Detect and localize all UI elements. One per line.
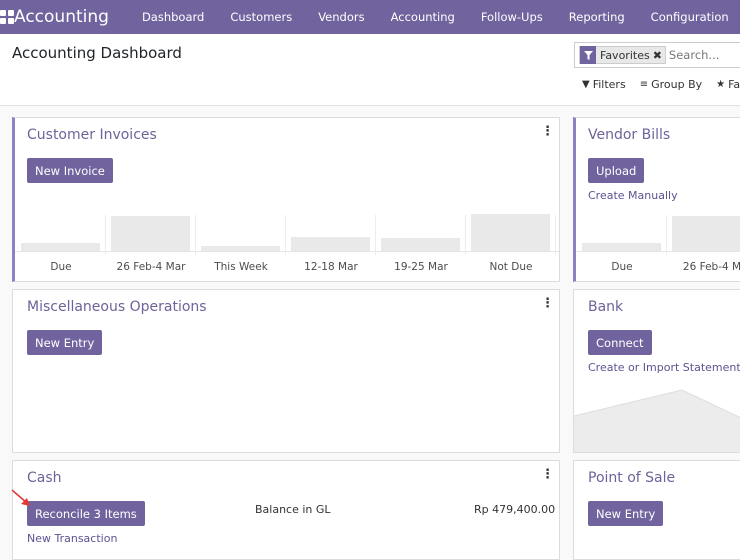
bank-balance-graph[interactable] [574, 384, 740, 453]
graph-column[interactable] [577, 215, 667, 255]
graph-label: Due [611, 261, 633, 273]
card-title[interactable]: Miscellaneous Operations [27, 299, 207, 315]
graph-bar[interactable] [111, 216, 190, 251]
menu-item-dashboard[interactable]: Dashboard [129, 0, 217, 34]
menu-item-configuration[interactable]: Configuration [638, 0, 740, 34]
card-title[interactable]: Cash [27, 470, 62, 486]
point-of-sale-card: Point of Sale New Entry [573, 460, 740, 560]
favorites-button[interactable]: ★ Favo [716, 78, 740, 91]
bank-card: Bank Connect Create or Import Statements [573, 289, 740, 453]
create-manually-link[interactable]: Create Manually [588, 189, 678, 202]
graph-label: 19-25 Mar [394, 261, 448, 273]
group-by-label: Group By [651, 78, 703, 91]
menu-item-vendors[interactable]: Vendors [305, 0, 377, 34]
menu-item-follow-ups[interactable]: Follow-Ups [468, 0, 556, 34]
graph-label: 26 Feb-4 M [682, 261, 740, 273]
reconcile-button[interactable]: Reconcile 3 Items [27, 501, 145, 526]
graph-column[interactable] [106, 215, 196, 255]
filters-button[interactable]: ▼ Filters [582, 78, 626, 91]
card-title[interactable]: Point of Sale [588, 470, 675, 486]
balance-value: Rp 479,400.00 [474, 503, 556, 516]
graph-bar[interactable] [201, 246, 280, 251]
graph-bar[interactable] [21, 243, 100, 251]
misc-operations-card: Miscellaneous Operations ⋮ New Entry [12, 289, 560, 453]
graph-column[interactable] [667, 215, 740, 255]
star-icon: ★ [716, 79, 726, 90]
kebab-menu-icon[interactable]: ⋮ [541, 125, 554, 138]
import-statements-link[interactable]: Create or Import Statements [588, 361, 740, 374]
remove-facet-icon[interactable]: ✖ [653, 49, 665, 62]
annotation-arrow-icon [11, 489, 30, 506]
graph-column[interactable] [376, 215, 466, 255]
search-facet-favorites[interactable]: Favorites ✖ [579, 46, 666, 64]
new-transaction-link[interactable]: New Transaction [27, 532, 117, 545]
new-entry-button[interactable]: New Entry [27, 330, 103, 355]
graph-column[interactable] [286, 215, 376, 255]
app-brand[interactable]: Accounting [14, 7, 109, 27]
graph-column[interactable] [466, 214, 556, 255]
customer-invoices-graph[interactable]: Due 26 Feb-4 Mar This Week 12-18 Mar 19-25 M… [15, 214, 559, 279]
graph-label: Due [50, 261, 72, 273]
connect-button[interactable]: Connect [588, 330, 652, 355]
card-title[interactable]: Bank [588, 299, 623, 315]
facet-label: Favorites [600, 48, 650, 62]
graph-label: Not Due [489, 261, 533, 273]
main-menu: Dashboard Customers Vendors Accounting F… [129, 0, 740, 34]
search-bar[interactable]: Favorites ✖ [574, 42, 740, 68]
graph-column[interactable] [16, 215, 106, 255]
search-input[interactable] [668, 48, 740, 62]
graph-label: 26 Feb-4 Mar [116, 261, 186, 273]
page-title: Accounting Dashboard [12, 44, 182, 62]
new-invoice-button[interactable]: New Invoice [27, 158, 113, 183]
balance-label: Balance in GL [255, 503, 331, 516]
apps-menu-icon[interactable] [0, 0, 14, 34]
upload-button[interactable]: Upload [588, 158, 645, 183]
new-entry-button[interactable]: New Entry [588, 501, 664, 526]
bank-balance-area [574, 390, 740, 452]
graph-bar[interactable] [381, 238, 460, 251]
customer-invoices-card: Customer Invoices ⋮ New Invoice Due 26 Fe… [12, 117, 560, 282]
filter-icon [580, 46, 596, 64]
top-navbar: Accounting Dashboard Customers Vendors A… [0, 0, 740, 34]
control-panel: Accounting Dashboard Favorites ✖ ▼ Filte… [0, 34, 740, 106]
filters-label: Filters [592, 78, 626, 91]
menu-item-reporting[interactable]: Reporting [556, 0, 638, 34]
vendor-bills-graph[interactable]: Due 26 Feb-4 M [576, 215, 740, 279]
search-options: ▼ Filters ≡ Group By ★ Favo [582, 78, 740, 91]
group-by-button[interactable]: ≡ Group By [640, 78, 702, 91]
graph-label: This Week [214, 261, 268, 273]
list-icon: ≡ [639, 79, 649, 90]
vendor-bills-card: Vendor Bills Upload Create Manually Due 2… [573, 117, 740, 282]
graph-column[interactable] [196, 215, 286, 255]
card-title[interactable]: Customer Invoices [27, 127, 157, 143]
menu-item-accounting[interactable]: Accounting [378, 0, 468, 34]
favorites-label: Favo [728, 78, 740, 91]
cash-card: Cash ⋮ Reconcile 3 Items New Transaction… [12, 460, 560, 560]
graph-bar[interactable] [291, 237, 370, 251]
filter-icon: ▼ [582, 79, 590, 90]
kebab-menu-icon[interactable]: ⋮ [541, 297, 554, 310]
kebab-menu-icon[interactable]: ⋮ [541, 468, 554, 481]
graph-bar[interactable] [582, 243, 661, 251]
graph-bar[interactable] [672, 216, 740, 251]
card-title[interactable]: Vendor Bills [588, 127, 670, 143]
graph-label: 12-18 Mar [304, 261, 358, 273]
menu-item-customers[interactable]: Customers [217, 0, 305, 34]
graph-bar[interactable] [471, 214, 550, 251]
